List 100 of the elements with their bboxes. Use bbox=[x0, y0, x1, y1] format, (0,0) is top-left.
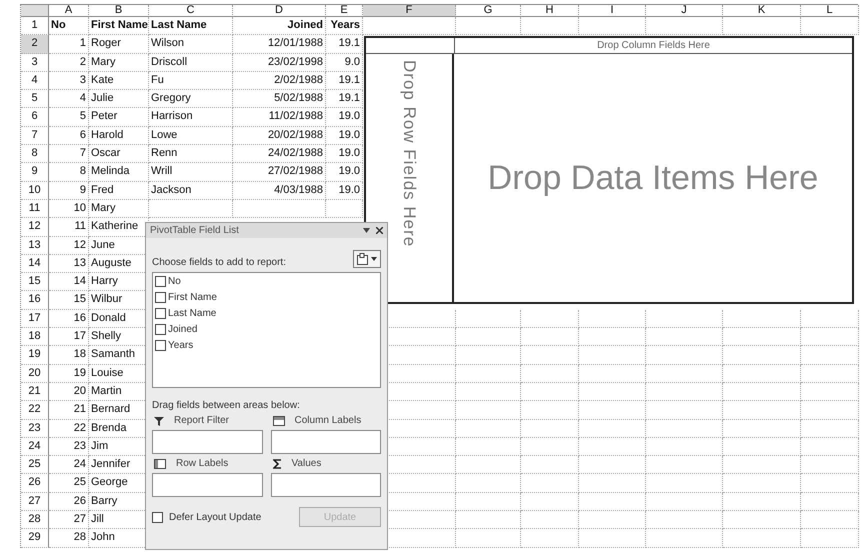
column-heading-cell: Last Name bbox=[149, 17, 233, 36]
table-cell: 2/02/1988 bbox=[233, 72, 326, 90]
table-cell: 28 bbox=[49, 529, 89, 548]
row-header[interactable]: 25 bbox=[21, 456, 49, 474]
table-cell: Harold bbox=[89, 126, 149, 146]
row-header[interactable]: 28 bbox=[21, 511, 49, 530]
area-label: Column Labels bbox=[294, 415, 362, 426]
column-header[interactable]: K bbox=[723, 5, 801, 17]
row-header[interactable]: 12 bbox=[21, 218, 49, 237]
row-header[interactable]: 22 bbox=[21, 401, 49, 420]
row-header[interactable]: 6 bbox=[21, 108, 49, 127]
column-header[interactable]: A bbox=[49, 5, 89, 17]
column-heading-cell: Years bbox=[326, 17, 363, 36]
row-header[interactable]: 11 bbox=[21, 200, 49, 218]
table-cell: 18 bbox=[49, 346, 89, 365]
table-cell: 12 bbox=[49, 236, 89, 255]
column-header[interactable]: H bbox=[521, 5, 579, 17]
drag-fields-label: Drag fields between areas below: bbox=[152, 400, 301, 411]
row-header[interactable]: 19 bbox=[21, 346, 49, 365]
table-cell: Harrison bbox=[149, 108, 233, 127]
row-header[interactable]: 13 bbox=[21, 236, 49, 255]
table-cell: 19.0 bbox=[326, 182, 363, 200]
table-cell: 24/02/1988 bbox=[233, 145, 326, 164]
row-header[interactable]: 24 bbox=[21, 438, 49, 456]
row-header[interactable]: 10 bbox=[21, 182, 49, 200]
row-drop-zone[interactable]: Drop Row Fields Here bbox=[399, 60, 419, 302]
table-cell: 5 bbox=[49, 108, 89, 127]
field-label[interactable]: No bbox=[168, 276, 181, 287]
column-header[interactable]: G bbox=[456, 5, 521, 17]
row-header[interactable]: 23 bbox=[21, 420, 49, 438]
table-cell: 14 bbox=[49, 273, 89, 292]
table-cell: Julie bbox=[89, 90, 149, 108]
table-cell: 19.0 bbox=[326, 108, 363, 127]
table-cell: Lowe bbox=[149, 126, 233, 146]
table-cell: 12/01/1988 bbox=[233, 35, 326, 54]
table-cell: Roger bbox=[89, 35, 149, 54]
table-cell: Mary bbox=[89, 200, 149, 218]
table-cell: Fu bbox=[149, 72, 233, 90]
row-header[interactable]: 4 bbox=[21, 72, 49, 90]
table-cell: 2 bbox=[49, 54, 89, 72]
defer-layout-label[interactable]: Defer Layout Update bbox=[169, 512, 262, 522]
field-label[interactable]: Years bbox=[168, 340, 194, 351]
row-header[interactable]: 15 bbox=[21, 273, 49, 292]
column-drop-zone[interactable]: Drop Column Fields Here bbox=[454, 38, 852, 53]
table-cell: 19.1 bbox=[326, 35, 363, 54]
table-cell: Kate bbox=[89, 72, 149, 90]
table-cell: 15 bbox=[49, 291, 89, 310]
table-cell: 25 bbox=[49, 474, 89, 493]
table-cell: Melinda bbox=[89, 163, 149, 182]
row-header[interactable]: 14 bbox=[21, 254, 49, 274]
table-cell: Peter bbox=[89, 108, 149, 127]
row-header[interactable]: 5 bbox=[21, 90, 49, 108]
table-cell: Oscar bbox=[89, 145, 149, 164]
table-cell: 5/02/1988 bbox=[233, 90, 326, 108]
table-cell: 16 bbox=[49, 310, 89, 328]
table-cell: 23/02/1998 bbox=[233, 54, 326, 72]
field-label[interactable]: Joined bbox=[168, 324, 198, 335]
choose-fields-label: Choose fields to add to report: bbox=[152, 257, 286, 268]
field-label[interactable]: First Name bbox=[168, 292, 217, 303]
table-cell: 10 bbox=[49, 200, 89, 218]
table-cell: Wilson bbox=[149, 35, 233, 54]
column-header[interactable]: C bbox=[149, 5, 233, 17]
row-header[interactable]: 20 bbox=[21, 364, 49, 383]
row-header[interactable]: 8 bbox=[21, 145, 49, 164]
row-header[interactable]: 2 bbox=[21, 35, 49, 54]
table-cell: 11/02/1988 bbox=[233, 108, 326, 127]
table-cell: 4/03/1988 bbox=[233, 182, 326, 200]
row-header[interactable]: 29 bbox=[21, 529, 49, 548]
column-heading-cell: First Name bbox=[89, 17, 149, 36]
column-header[interactable]: F bbox=[363, 5, 456, 17]
row-header[interactable]: 27 bbox=[21, 492, 49, 512]
table-cell: 19.1 bbox=[326, 90, 363, 108]
row-header[interactable]: 17 bbox=[21, 310, 49, 328]
table-cell: Driscoll bbox=[149, 54, 233, 72]
column-header[interactable]: D bbox=[233, 5, 326, 17]
row-header[interactable]: 7 bbox=[21, 126, 49, 146]
row-header[interactable]: 21 bbox=[21, 382, 49, 402]
area-label: Report Filter bbox=[174, 415, 230, 426]
table-cell: 26 bbox=[49, 492, 89, 512]
row-header[interactable]: 16 bbox=[21, 291, 49, 310]
row-header[interactable]: 18 bbox=[21, 328, 49, 346]
column-header[interactable]: B bbox=[89, 5, 149, 17]
table-cell: 13 bbox=[49, 254, 89, 274]
table-cell: Wrill bbox=[149, 163, 233, 182]
column-header[interactable]: L bbox=[801, 5, 859, 17]
table-cell: 4 bbox=[49, 90, 89, 108]
table-cell: 17 bbox=[49, 328, 89, 346]
column-header[interactable]: I bbox=[579, 5, 646, 17]
data-drop-zone[interactable]: Drop Data Items Here bbox=[488, 158, 818, 198]
table-cell: 19 bbox=[49, 364, 89, 383]
table-cell: Jackson bbox=[149, 182, 233, 200]
table-cell: 3 bbox=[49, 72, 89, 90]
table-cell: 9 bbox=[49, 182, 89, 200]
area-label: Row Labels bbox=[176, 458, 228, 469]
table-cell: 19.1 bbox=[326, 72, 363, 90]
column-header[interactable]: J bbox=[646, 5, 723, 17]
field-label[interactable]: Last Name bbox=[168, 308, 216, 319]
row-header[interactable]: 9 bbox=[21, 163, 49, 182]
row-header[interactable]: 26 bbox=[21, 474, 49, 493]
row-header[interactable]: 3 bbox=[21, 54, 49, 72]
